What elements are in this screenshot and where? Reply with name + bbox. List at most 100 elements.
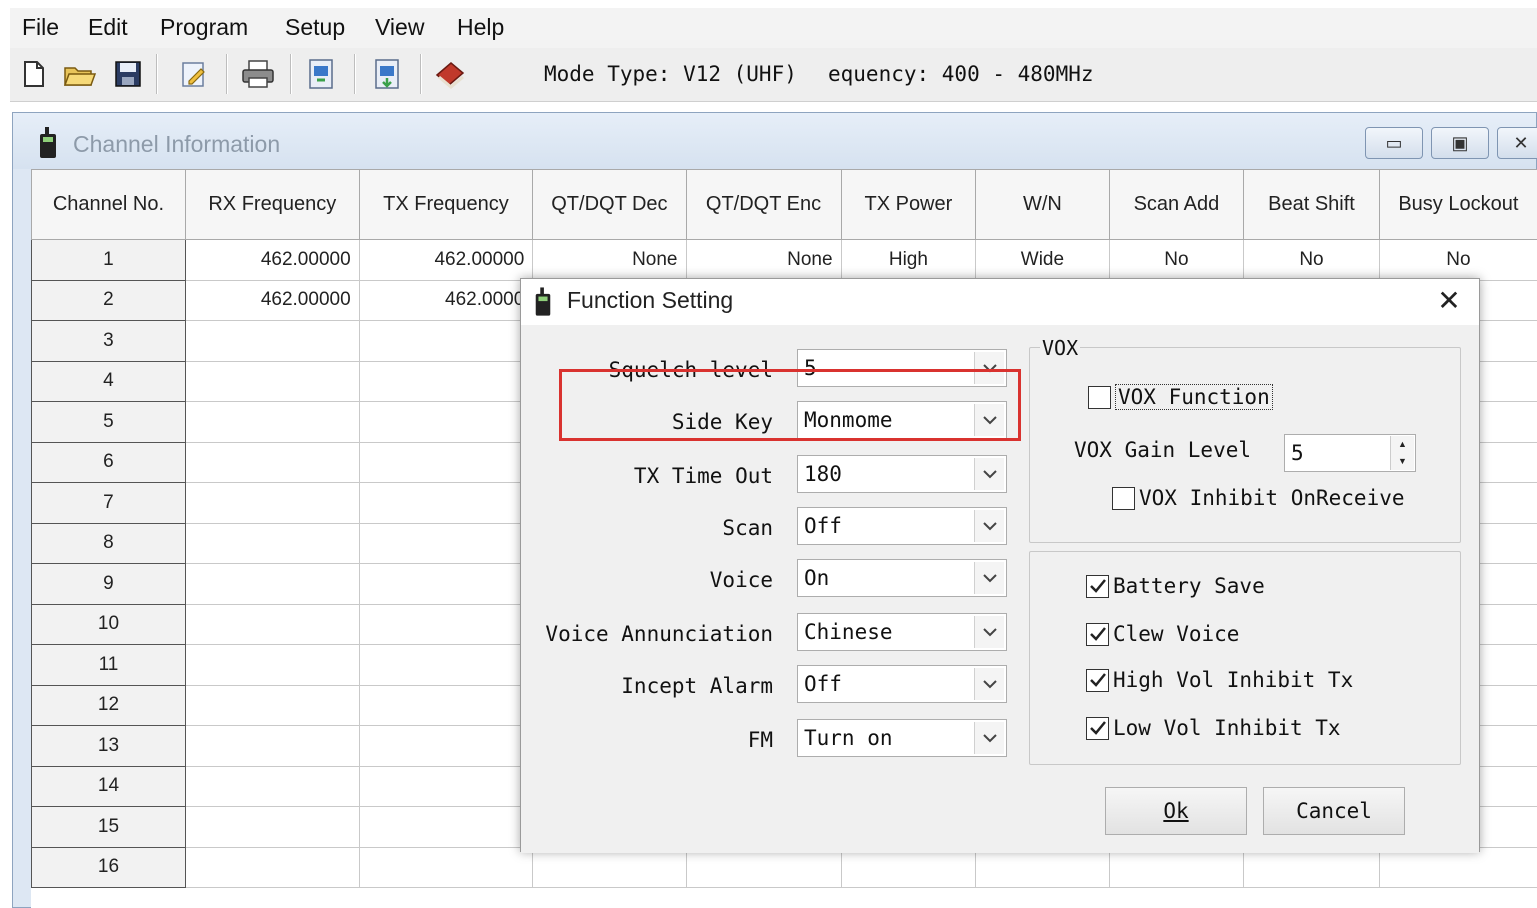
column-header[interactable]: Beat Shift <box>1243 169 1380 240</box>
write-to-radio-icon[interactable] <box>368 54 408 94</box>
column-header[interactable]: QT/DQT Dec <box>532 169 687 240</box>
field-dropdown[interactable]: Off <box>797 507 1007 545</box>
open-folder-icon[interactable] <box>60 54 100 94</box>
table-cell[interactable] <box>184 725 360 767</box>
spinner-buttons[interactable]: ▲ ▼ <box>1390 436 1414 470</box>
table-cell[interactable] <box>184 482 360 524</box>
field-dropdown[interactable]: 180 <box>797 455 1007 493</box>
table-cell[interactable] <box>184 644 360 686</box>
channel-number-cell[interactable]: 6 <box>31 441 186 483</box>
table-row[interactable]: 1 462.00000 462.00000 None None High Wide No No N… <box>31 239 1537 281</box>
channel-number-cell[interactable]: 9 <box>31 563 186 605</box>
table-cell[interactable] <box>358 401 534 443</box>
channel-number-cell[interactable]: 3 <box>31 320 186 362</box>
option-checkbox[interactable]: Battery Save <box>1086 574 1265 598</box>
table-cell[interactable] <box>184 401 360 443</box>
channel-number-cell[interactable]: 13 <box>31 725 186 767</box>
spin-up-icon[interactable]: ▲ <box>1391 436 1414 453</box>
table-cell[interactable] <box>685 846 842 888</box>
menu-setup[interactable]: Setup <box>285 14 345 41</box>
column-header[interactable]: QT/DQT Enc <box>685 169 842 240</box>
chevron-down-icon[interactable] <box>974 616 1004 648</box>
table-cell[interactable]: High <box>840 239 977 281</box>
channel-number-cell[interactable]: 2 <box>31 279 186 321</box>
field-dropdown[interactable]: On <box>797 559 1007 597</box>
channel-number-cell[interactable]: 8 <box>31 522 186 564</box>
table-cell[interactable] <box>840 846 977 888</box>
menu-view[interactable]: View <box>375 14 424 41</box>
table-cell[interactable] <box>358 806 534 848</box>
close-window-button[interactable]: ✕ <box>1497 127 1537 159</box>
table-cell[interactable]: 462.0000 <box>358 279 534 321</box>
table-cell[interactable] <box>184 360 360 402</box>
vox-inhibit-checkbox[interactable]: VOX Inhibit OnReceive <box>1112 486 1405 510</box>
field-dropdown[interactable]: Turn on <box>797 719 1007 757</box>
option-checkbox[interactable]: Low Vol Inhibit Tx <box>1086 716 1341 740</box>
option-checkbox[interactable]: High Vol Inhibit Tx <box>1086 668 1353 692</box>
field-dropdown[interactable]: Chinese <box>797 613 1007 651</box>
channel-number-cell[interactable]: 16 <box>31 846 186 888</box>
table-cell[interactable]: 462.00000 <box>184 239 360 281</box>
table-cell[interactable] <box>358 320 534 362</box>
table-cell[interactable] <box>358 441 534 483</box>
column-header[interactable]: TX Frequency <box>358 169 534 240</box>
edit-icon[interactable] <box>174 54 214 94</box>
table-cell[interactable] <box>184 765 360 807</box>
menu-file[interactable]: File <box>22 14 59 41</box>
column-header[interactable]: TX Power <box>840 169 977 240</box>
vox-function-checkbox[interactable]: VOX Function <box>1088 384 1273 410</box>
channel-number-cell[interactable]: 11 <box>31 644 186 686</box>
channel-number-cell[interactable]: 12 <box>31 684 186 726</box>
channel-number-cell[interactable]: 7 <box>31 482 186 524</box>
ok-button[interactable]: Ok <box>1105 787 1247 835</box>
table-cell[interactable] <box>184 684 360 726</box>
table-cell[interactable] <box>358 684 534 726</box>
table-cell[interactable] <box>358 482 534 524</box>
column-header[interactable]: Scan Add <box>1108 169 1245 240</box>
table-cell[interactable] <box>358 563 534 605</box>
menu-help[interactable]: Help <box>457 14 504 41</box>
table-row[interactable]: 16 <box>31 846 1537 888</box>
table-cell[interactable]: None <box>685 239 842 281</box>
table-cell[interactable]: No <box>1378 239 1537 281</box>
menu-edit[interactable]: Edit <box>88 14 128 41</box>
cancel-button[interactable]: Cancel <box>1263 787 1405 835</box>
table-cell[interactable]: No <box>1243 239 1380 281</box>
table-cell[interactable] <box>1243 846 1380 888</box>
table-cell[interactable] <box>184 441 360 483</box>
column-header[interactable]: RX Frequency <box>184 169 360 240</box>
table-cell[interactable] <box>358 644 534 686</box>
table-cell[interactable]: No <box>1108 239 1245 281</box>
chevron-down-icon[interactable] <box>974 722 1004 754</box>
table-cell[interactable] <box>358 725 534 767</box>
channel-number-cell[interactable]: 10 <box>31 603 186 645</box>
save-icon[interactable] <box>108 54 148 94</box>
table-cell[interactable]: 462.00000 <box>184 279 360 321</box>
table-cell[interactable] <box>358 765 534 807</box>
table-cell[interactable] <box>358 603 534 645</box>
table-cell[interactable]: 462.00000 <box>358 239 534 281</box>
column-header[interactable]: Busy Lockout <box>1378 169 1537 240</box>
table-cell[interactable] <box>1108 846 1245 888</box>
menu-program[interactable]: Program <box>160 14 248 41</box>
table-cell[interactable] <box>184 603 360 645</box>
table-cell[interactable] <box>1378 846 1537 888</box>
channel-number-cell[interactable]: 14 <box>31 765 186 807</box>
table-cell[interactable] <box>184 563 360 605</box>
table-cell[interactable] <box>184 846 360 888</box>
channel-number-cell[interactable]: 4 <box>31 360 186 402</box>
option-checkbox[interactable]: Clew Voice <box>1086 622 1239 646</box>
table-cell[interactable]: Wide <box>975 239 1110 281</box>
chevron-down-icon[interactable] <box>974 562 1004 594</box>
table-cell[interactable] <box>358 360 534 402</box>
column-header[interactable]: W/N <box>975 169 1110 240</box>
new-file-icon[interactable] <box>14 54 54 94</box>
maximize-button[interactable]: ▣ <box>1431 127 1489 159</box>
channel-number-cell[interactable]: 15 <box>31 806 186 848</box>
table-cell[interactable] <box>358 522 534 564</box>
table-cell[interactable] <box>975 846 1110 888</box>
table-cell[interactable] <box>358 846 534 888</box>
close-icon[interactable]: ✕ <box>1431 283 1467 319</box>
table-cell[interactable]: None <box>532 239 687 281</box>
chevron-down-icon[interactable] <box>974 458 1004 490</box>
